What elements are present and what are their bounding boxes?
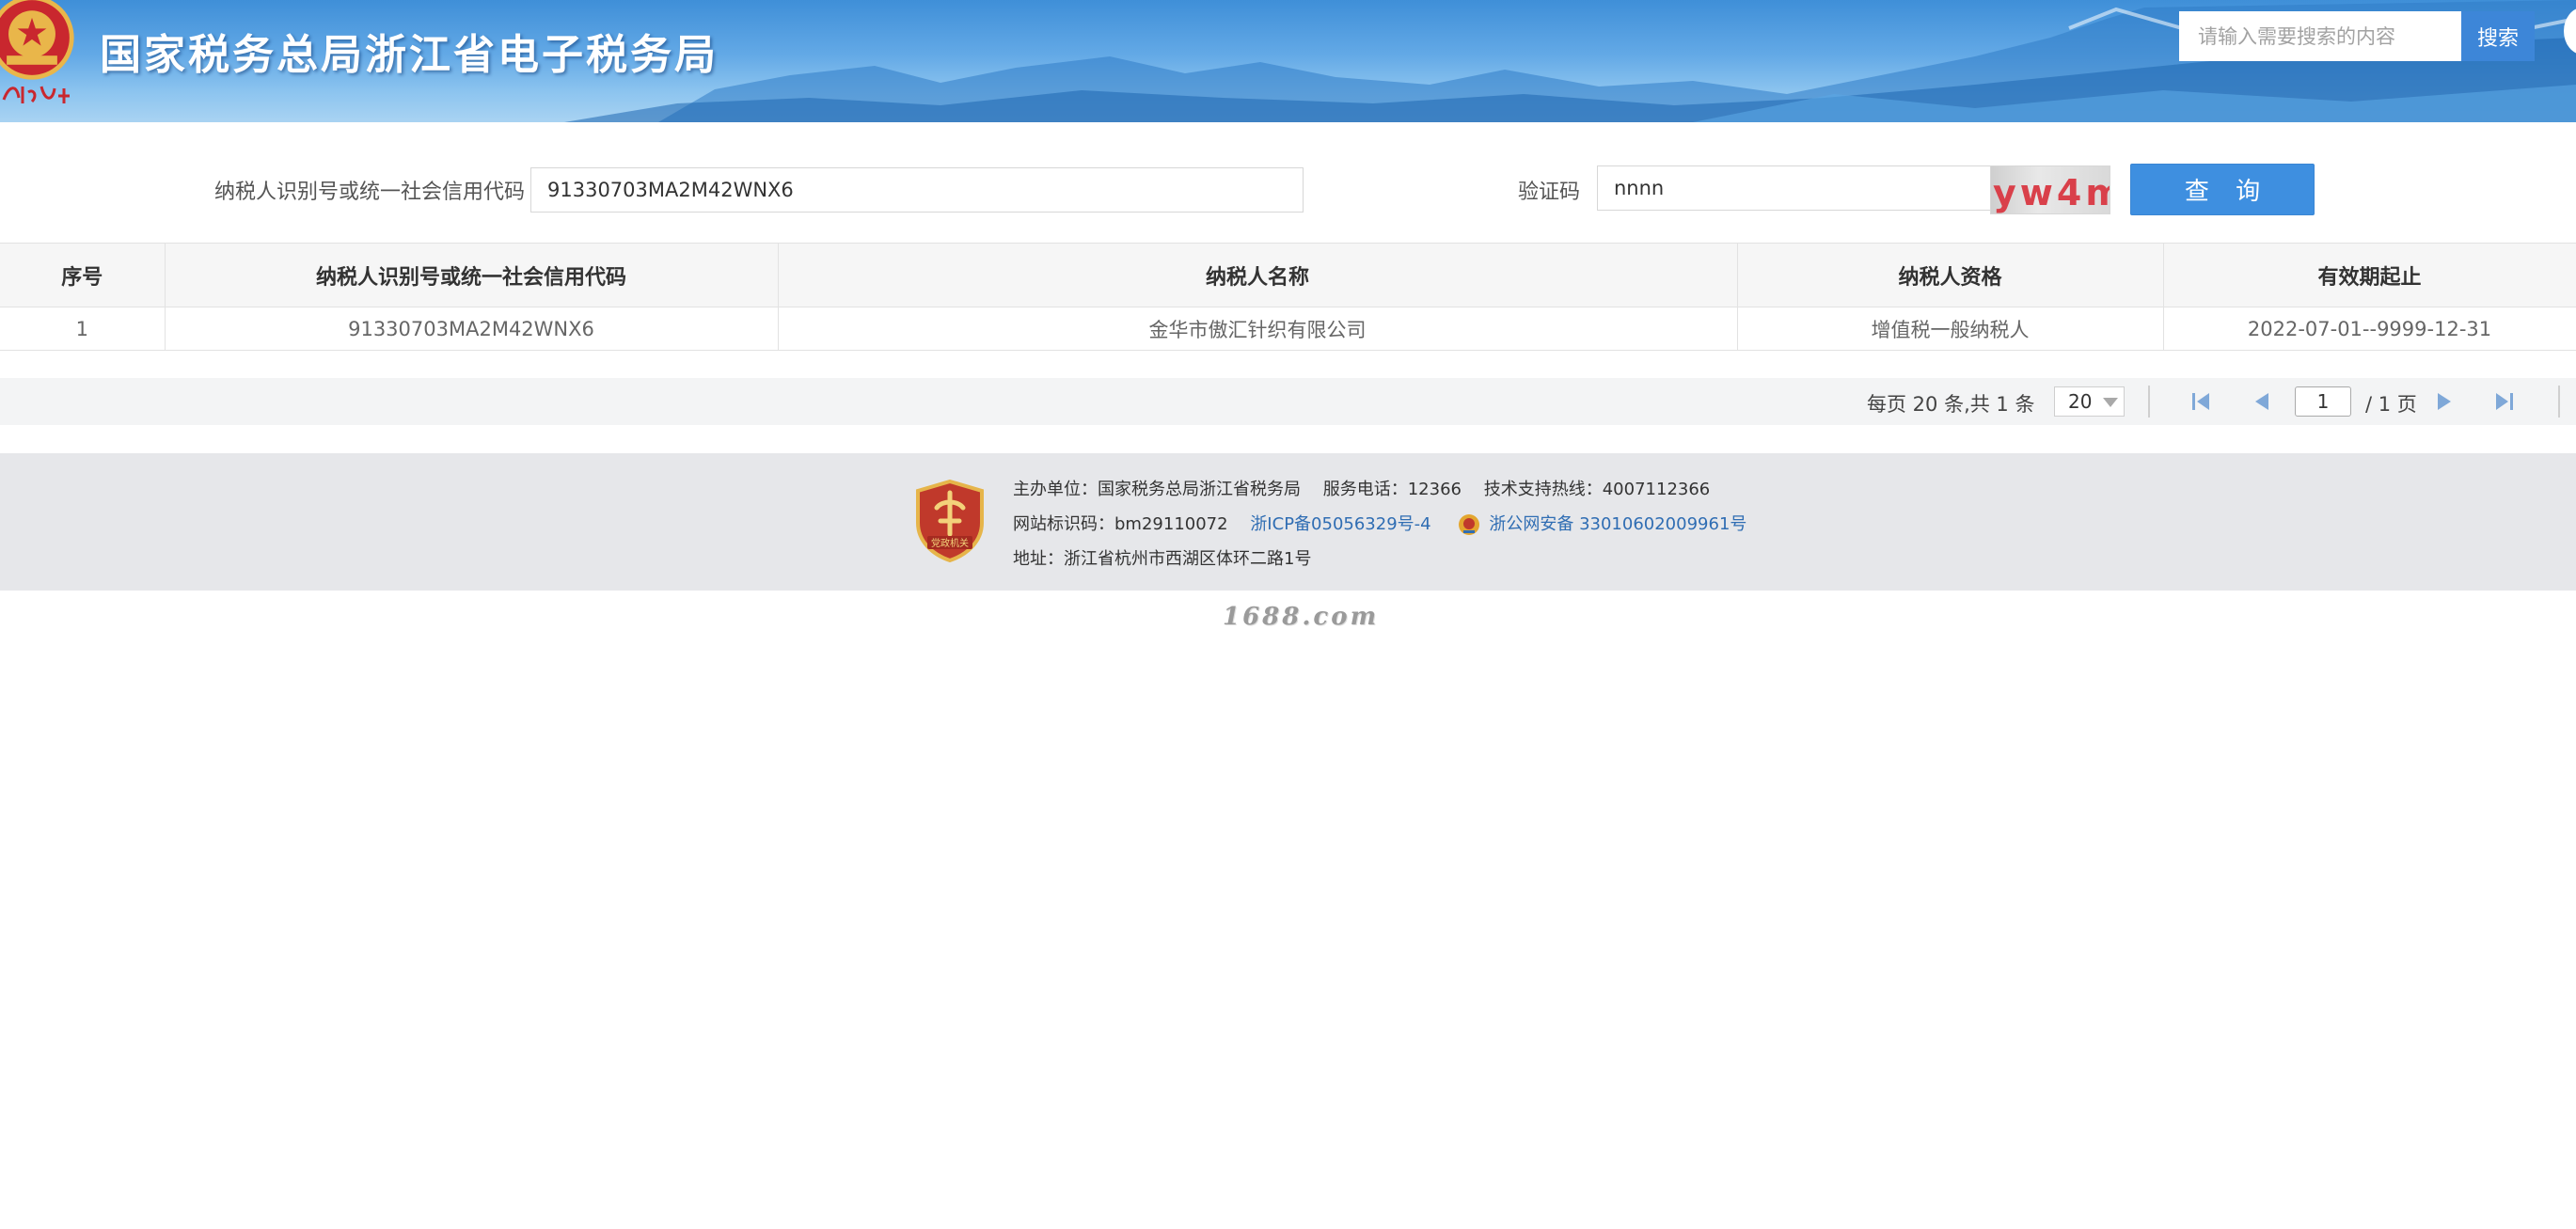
footer-line-1: 主办单位：国家税务总局浙江省税务局 服务电话：12366 技术支持热线：4007… <box>1013 476 1727 500</box>
taxpayer-id-label: 纳税人识别号或统一社会信用代码 <box>214 181 526 204</box>
footer-line-2: 网站标识码：bm29110072 浙ICP备05056329号-4 浙公网安备 … <box>1013 511 1763 537</box>
query-button[interactable]: 查 询 <box>2130 164 2315 215</box>
site-footer: 党政机关 主办单位：国家税务总局浙江省税务局 服务电话：12366 技术支持热线… <box>0 453 2576 591</box>
cell-validity: 2022-07-01--9999-12-31 <box>2162 307 2576 351</box>
footer-line-3: 地址：浙江省杭州市西湖区体环二路1号 <box>1013 545 1328 570</box>
site-title: 国家税务总局浙江省电子税务局 <box>100 31 719 79</box>
table-header-row: 序号 纳税人识别号或统一社会信用代码 纳税人名称 纳税人资格 有效期起止 <box>0 243 2576 307</box>
footer-host: 主办单位：国家税务总局浙江省税务局 <box>1013 480 1301 499</box>
cell-qualification: 增值税一般纳税人 <box>1736 307 2164 351</box>
header-search: 搜索 <box>2179 11 2535 61</box>
tax-script-logo <box>2 86 70 103</box>
result-table: 序号 纳税人识别号或统一社会信用代码 纳税人名称 纳税人资格 有效期起止 1 9… <box>0 243 2576 351</box>
captcha-label: 验证码 <box>1518 181 1581 204</box>
police-badge-icon <box>1459 514 1480 535</box>
next-page-icon[interactable] <box>2430 388 2457 415</box>
site-header: 国家税务总局浙江省电子税务局 搜索 <box>0 0 2576 122</box>
page-size-select[interactable]: 20 <box>2054 386 2125 417</box>
captcha-input[interactable] <box>1597 165 1992 211</box>
captcha-image-text: yw4m <box>1993 172 2110 213</box>
first-page-icon[interactable] <box>2189 388 2215 415</box>
pager-info: 每页 20 条,共 1 条 <box>1867 393 2035 416</box>
current-page-input[interactable] <box>2295 386 2351 417</box>
footer-phone: 服务电话：12366 <box>1322 480 1462 499</box>
query-form: 纳税人识别号或统一社会信用代码 验证码 yw4m 查 询 <box>0 122 2576 243</box>
search-input[interactable] <box>2179 11 2461 61</box>
col-header-index: 序号 <box>0 243 166 307</box>
col-header-validity: 有效期起止 <box>2162 243 2576 307</box>
chevron-down-icon <box>2103 398 2118 407</box>
cell-taxpayer-id: 91330703MA2M42WNX6 <box>164 307 779 351</box>
page-size-value: 20 <box>2068 390 2093 413</box>
search-button[interactable]: 搜索 <box>2461 11 2535 61</box>
captcha-image[interactable]: yw4m <box>1990 165 2110 214</box>
badge-text: 党政机关 <box>931 537 969 549</box>
footer-site-code: 网站标识码：bm29110072 <box>1013 514 1228 534</box>
taxpayer-id-input[interactable] <box>530 167 1304 213</box>
pagination-bar: 每页 20 条,共 1 条 20 / 1 页 <box>0 378 2576 425</box>
cell-index: 1 <box>0 307 166 351</box>
icp-link[interactable]: 浙ICP备05056329号-4 <box>1250 514 1430 534</box>
watermark: 1688.com <box>1223 603 1380 631</box>
table-row: 1 91330703MA2M42WNX6 金华市傲汇针织有限公司 增值税一般纳税… <box>0 307 2576 351</box>
col-header-taxpayer-id: 纳税人识别号或统一社会信用代码 <box>164 243 779 307</box>
footer-support: 技术支持热线：4007112366 <box>1483 480 1711 499</box>
page-total: / 1 页 <box>2365 393 2417 416</box>
last-page-icon[interactable] <box>2490 388 2517 415</box>
footer-address: 地址：浙江省杭州市西湖区体环二路1号 <box>1013 549 1312 569</box>
police-record-link[interactable]: 浙公网安备 33010602009961号 <box>1489 514 1746 534</box>
party-government-badge-icon[interactable]: 党政机关 <box>914 480 986 562</box>
col-header-taxpayer-name: 纳税人名称 <box>777 243 1738 307</box>
cell-taxpayer-name: 金华市傲汇针织有限公司 <box>777 307 1738 351</box>
pager-divider <box>2148 386 2150 418</box>
national-emblem-icon <box>0 0 74 80</box>
col-header-qualification: 纳税人资格 <box>1736 243 2164 307</box>
pager-divider <box>2558 386 2560 418</box>
prev-page-icon[interactable] <box>2250 388 2276 415</box>
